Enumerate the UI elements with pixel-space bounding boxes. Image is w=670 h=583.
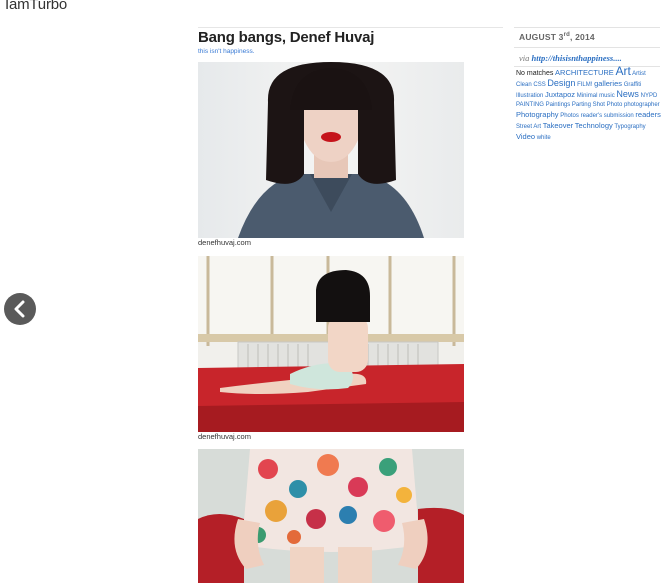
via-label: via	[519, 53, 530, 63]
chevron-left-icon	[14, 300, 25, 318]
sidebar-divider	[514, 47, 660, 48]
tag-link[interactable]: Artist	[632, 71, 646, 77]
tag-link[interactable]: NYPD	[641, 93, 658, 99]
photo-bed-image	[198, 256, 464, 432]
prev-post-button[interactable]	[4, 293, 36, 325]
via-line: via http://thisisnthappiness....	[519, 53, 622, 63]
tag-link[interactable]: ARCHITECTURE	[555, 68, 614, 77]
tag-link[interactable]: Technology	[575, 121, 613, 130]
tag-link[interactable]: Clean	[516, 82, 532, 88]
post-photo[interactable]	[198, 256, 464, 432]
tag-link[interactable]: PAINTING	[516, 102, 544, 108]
tag-link[interactable]: News	[616, 89, 639, 99]
tag-link[interactable]: white	[537, 135, 551, 141]
post-subtitle-link[interactable]: this isn't happiness.	[198, 48, 255, 55]
tag-link[interactable]: FILM!	[577, 82, 592, 88]
tag-link[interactable]: Photography	[516, 110, 559, 119]
tag-link[interactable]: Takeover	[543, 121, 573, 130]
post-divider	[198, 27, 503, 28]
photo-caption: denefhuvaj.com	[198, 432, 251, 441]
tag-link[interactable]: Street Art	[516, 124, 541, 130]
tag-link[interactable]: Graffiti	[624, 82, 642, 88]
photo-dress-image	[198, 449, 464, 583]
tag-link[interactable]: music	[599, 93, 615, 99]
post-photo[interactable]	[198, 62, 464, 238]
photo-caption: denefhuvaj.com	[198, 238, 251, 247]
tag-link[interactable]: Paintings	[546, 102, 571, 108]
site-title[interactable]: IamTurbo	[5, 0, 67, 13]
tag-link[interactable]: CSS	[533, 82, 545, 88]
post-date: AUGUST 3rd, 2014	[519, 32, 595, 42]
tag-link[interactable]: Juxtapoz	[545, 90, 575, 99]
via-source-link[interactable]: http://thisisnthappiness....	[532, 53, 622, 63]
tag-link[interactable]: reader's submission	[581, 113, 634, 119]
tag-search-status: No matches	[516, 70, 554, 77]
tag-link[interactable]: Art	[615, 64, 630, 78]
tag-link[interactable]: Photos	[560, 113, 579, 119]
tag-link[interactable]: galleries	[594, 79, 622, 88]
tag-link[interactable]: Photo	[607, 102, 623, 108]
tag-link[interactable]: Parting Shot	[572, 102, 605, 108]
photo-portrait-image	[198, 62, 464, 238]
post-photo[interactable]	[198, 449, 464, 583]
tag-link[interactable]: readers	[635, 110, 660, 119]
tag-link[interactable]: Video	[516, 132, 535, 141]
sidebar-divider	[514, 27, 660, 28]
tag-link[interactable]: photographer	[624, 102, 660, 108]
tag-link[interactable]: Typography	[614, 124, 645, 130]
tag-link[interactable]: Design	[547, 78, 575, 88]
post-date-day: AUGUST 3	[519, 32, 564, 42]
tag-link[interactable]: Illustration	[516, 93, 543, 99]
tag-link[interactable]: Minimal	[577, 93, 598, 99]
post-title[interactable]: Bang bangs, Denef Huvaj	[198, 29, 374, 46]
tag-cloud: No matches ARCHITECTURE Art Artist Clean…	[516, 64, 662, 143]
post-date-year: , 2014	[569, 32, 595, 42]
